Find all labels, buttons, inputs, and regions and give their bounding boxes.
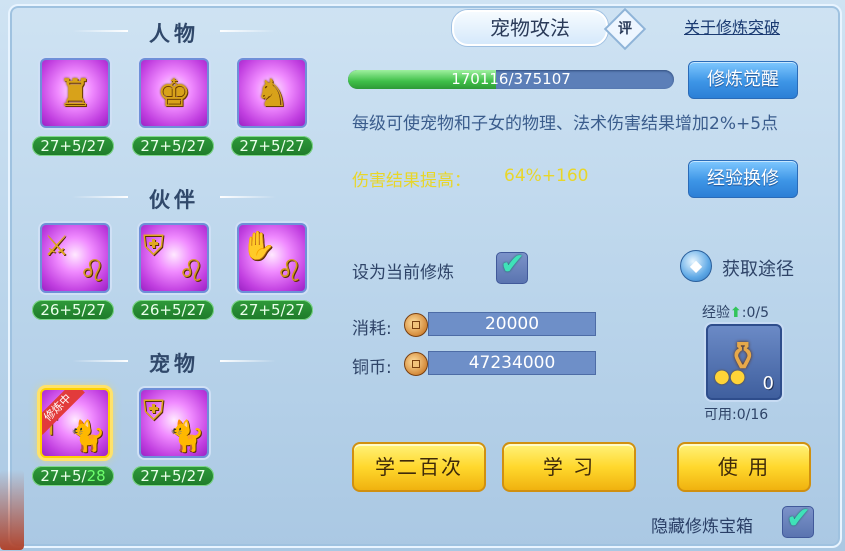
item-count: 0	[762, 373, 774, 394]
title-decoration-left	[72, 30, 128, 32]
skill-slot-pet-1[interactable]: † 🐈 修炼中	[40, 388, 110, 458]
cost-value: 20000	[428, 312, 596, 336]
item-exp-row: 经验⬆:0/5	[702, 302, 769, 322]
coins-label: 铜币:	[352, 358, 392, 378]
skill-slot-partner-2[interactable]: ⛨ ♌	[139, 223, 209, 293]
title-decoration-right	[220, 360, 276, 362]
title-decoration-left	[72, 360, 128, 362]
section-title-character: 人物	[44, 18, 304, 48]
breakthrough-info-link[interactable]: 关于修炼突破	[684, 14, 780, 38]
section-title-text: 宠物	[149, 352, 199, 376]
hide-chest-label: 隐藏修炼宝箱	[651, 517, 753, 537]
lion-head-icon: ♌	[178, 254, 205, 289]
skill-description: 每级可使宠物和子女的物理、法术伤害结果增加2%+5点	[352, 114, 779, 134]
learn-button[interactable]: 学 习	[502, 442, 636, 492]
skill-title: 宠物攻法	[452, 10, 608, 46]
partner-shield-icon: ⛨	[143, 229, 165, 262]
lion-head-icon: ♌	[79, 254, 106, 289]
skill-slot-partner-1[interactable]: ⚔ ♌	[40, 223, 110, 293]
level-badge: 27+5/27	[132, 466, 214, 486]
learn-200-button[interactable]: 学二百次	[352, 442, 486, 492]
section-title-text: 人物	[149, 22, 199, 46]
exp-label: 经验	[702, 305, 730, 321]
training-chest-item[interactable]: ⚱ ●● 0	[706, 324, 782, 400]
lion-head-icon: ♌	[276, 254, 303, 289]
evaluate-label: 评	[618, 21, 632, 37]
level-badge: 26+5/27	[132, 300, 214, 320]
progress-text: 170116/375107	[451, 70, 571, 88]
use-button[interactable]: 使 用	[677, 442, 811, 492]
level-text: 27+5/	[40, 467, 87, 485]
skill-slot-character-2[interactable]: ♚	[139, 58, 209, 128]
hide-chest-checkbox[interactable]: ✔	[782, 501, 814, 538]
warrior-armor-icon: ♞	[254, 71, 290, 115]
coins-value: 47234000	[428, 351, 596, 375]
skill-slot-partner-3[interactable]: ✋ ♌	[237, 223, 307, 293]
damage-label: 伤害结果提高：	[352, 171, 471, 191]
level-max-highlight: 28	[86, 467, 106, 485]
checkmark-icon: ✔	[786, 501, 812, 536]
exp-progress-bar: 170116/375107	[348, 70, 674, 89]
skill-slot-character-1[interactable]: ♜	[40, 58, 110, 128]
usable-count: 可用:0/16	[704, 407, 769, 423]
exp-value: :0/5	[741, 305, 769, 321]
checkmark-icon: ✔	[500, 247, 526, 282]
warrior-meditation-icon: ♜	[57, 71, 93, 115]
obtain-route-button[interactable]: 获取途径	[722, 255, 794, 281]
level-badge: 27+5/27	[231, 300, 313, 320]
partner-glove-icon: ✋	[241, 229, 276, 262]
gold-coins-icon: ●●	[714, 366, 746, 387]
level-badge: 27+5/27	[32, 136, 114, 156]
gem-source-icon[interactable]: ◆	[680, 250, 712, 282]
title-decoration-left	[72, 196, 128, 198]
level-badge: 26+5/27	[32, 300, 114, 320]
pet-shield-icon: ⛨	[143, 394, 165, 427]
cat-icon: 🐈	[68, 419, 106, 454]
level-badge: 27+5/27	[132, 136, 214, 156]
title-decoration-right	[220, 196, 276, 198]
arrow-up-icon: ⬆	[730, 305, 742, 321]
section-title-partner: 伙伴	[44, 184, 304, 214]
partner-sword-icon: ⚔	[44, 229, 70, 262]
cost-label: 消耗:	[352, 319, 392, 339]
skill-slot-character-3[interactable]: ♞	[237, 58, 307, 128]
level-badge: 27+5/27	[231, 136, 313, 156]
coin-icon	[404, 313, 428, 337]
section-title-pet: 宠物	[44, 348, 304, 378]
title-decoration-right	[220, 30, 276, 32]
coin-icon	[404, 352, 428, 376]
exp-exchange-button[interactable]: 经验换修	[688, 160, 798, 198]
set-current-checkbox[interactable]: ✔	[496, 247, 528, 284]
level-badge: 27+5/28	[32, 466, 114, 486]
awaken-button[interactable]: 修炼觉醒	[688, 61, 798, 99]
section-title-text: 伙伴	[149, 188, 199, 212]
damage-value: 64%+160	[504, 166, 589, 186]
warrior-shield-icon: ♚	[156, 71, 192, 115]
set-current-label: 设为当前修炼	[352, 263, 454, 283]
decorative-ornament	[0, 470, 24, 550]
cat-icon: 🐈	[167, 419, 205, 454]
skill-slot-pet-2[interactable]: ⛨ 🐈	[139, 388, 209, 458]
